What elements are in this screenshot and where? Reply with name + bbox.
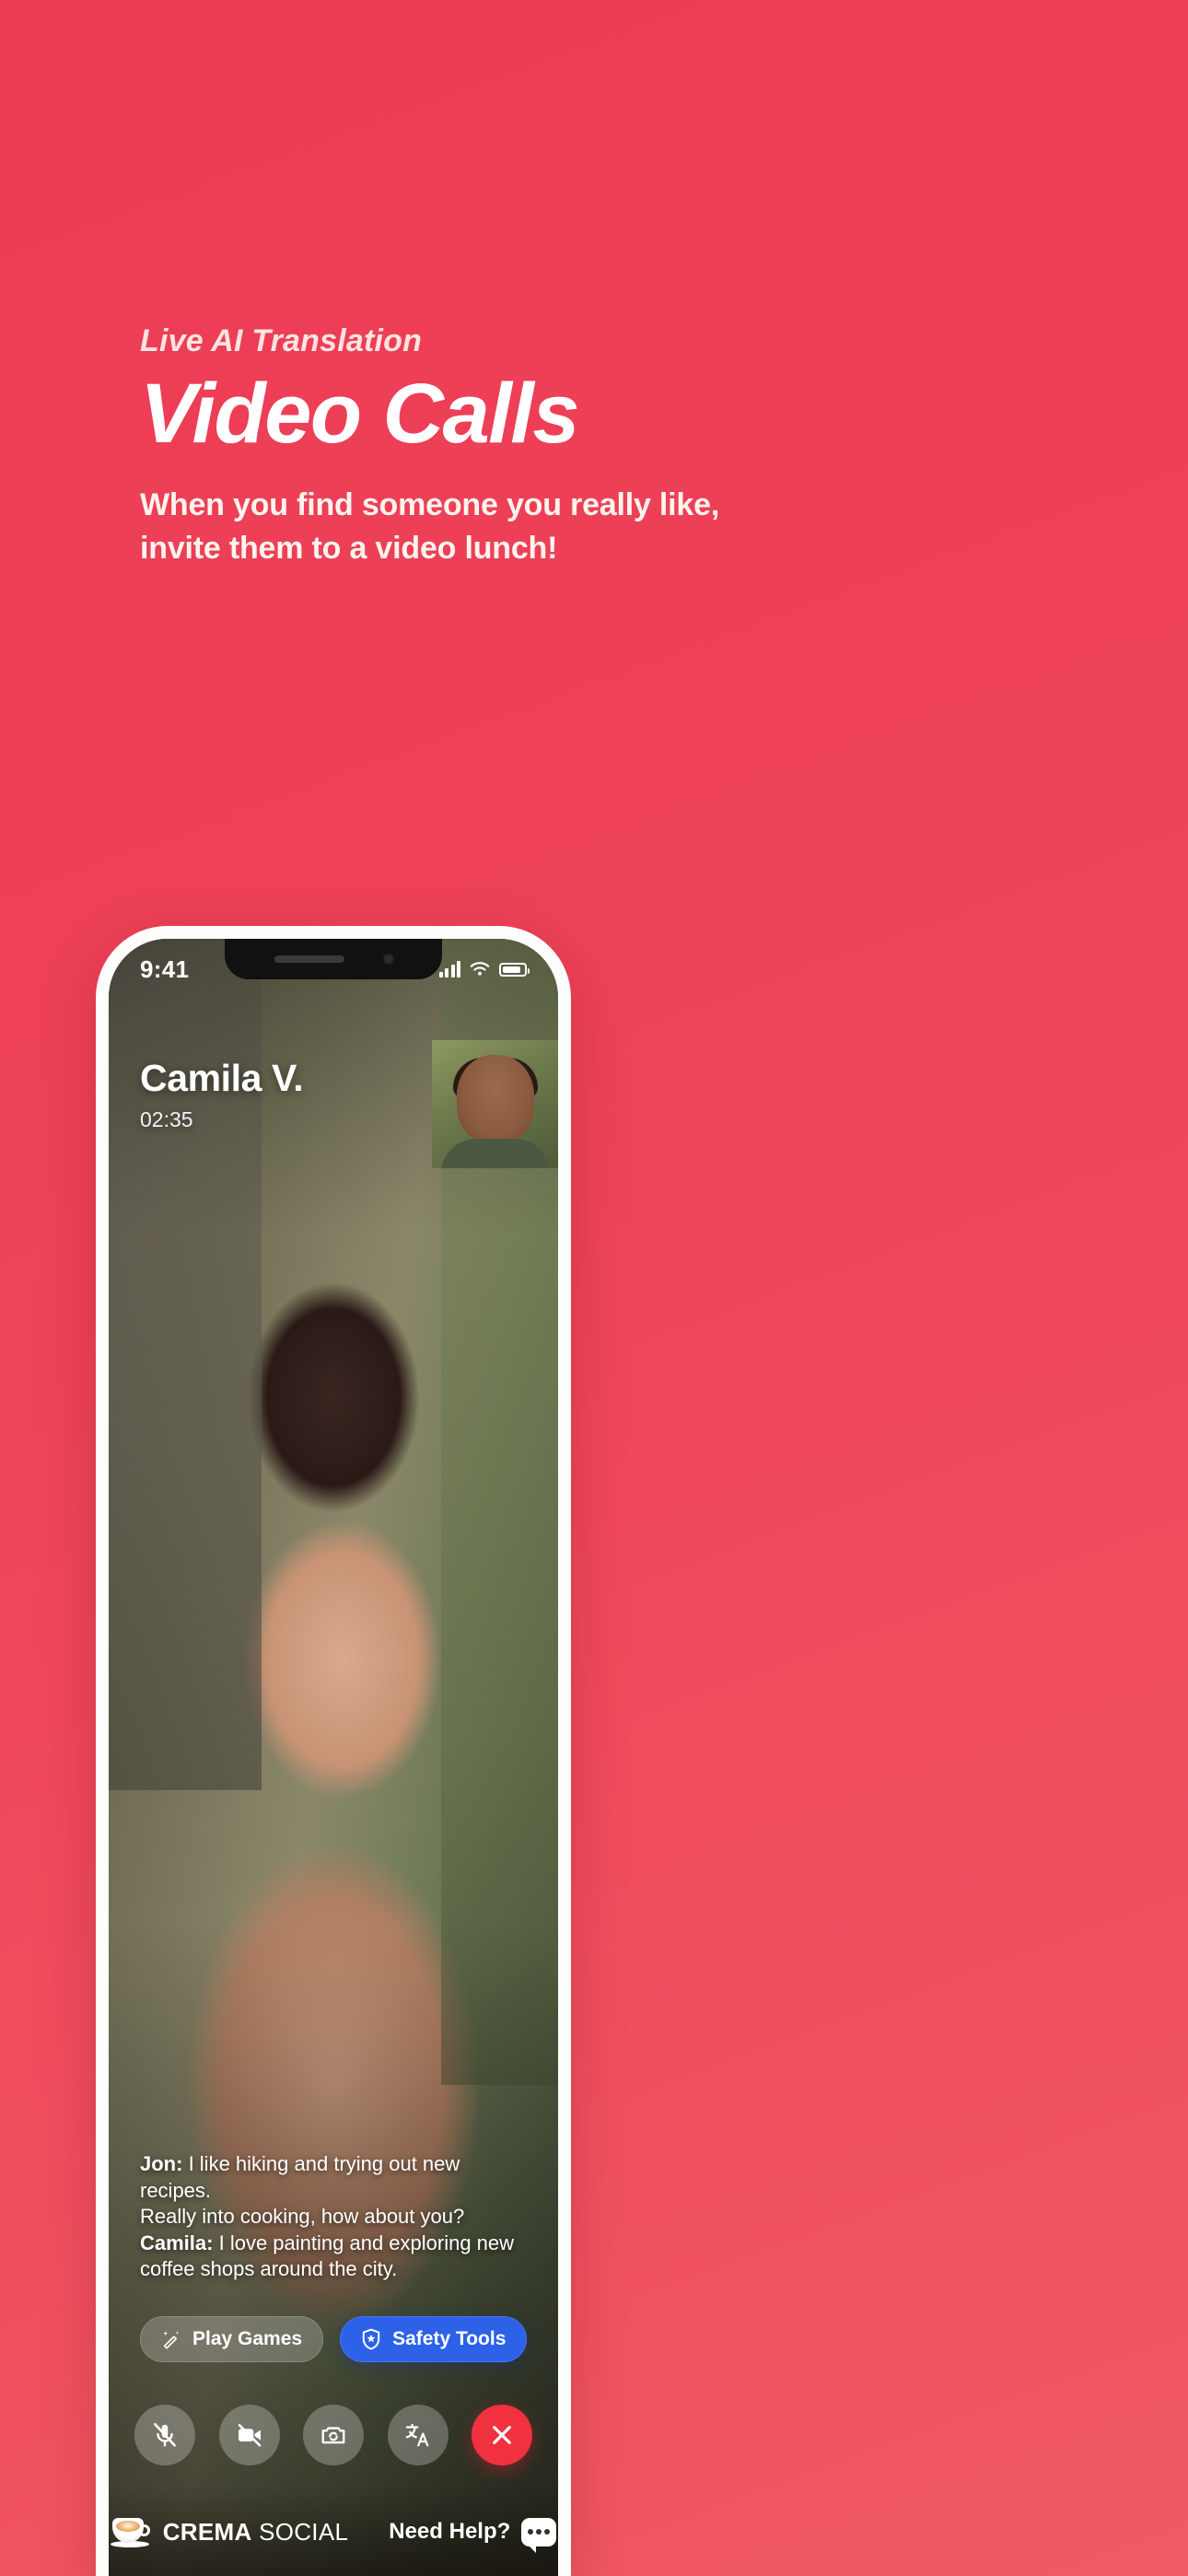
subtitle-line-1: When you find someone you really like, — [140, 487, 720, 523]
action-pill-row: Play Games Safety Tools — [140, 2316, 528, 2362]
self-view-face — [456, 1054, 534, 1143]
caller-name: Camila V. — [140, 1057, 304, 1099]
self-view-video[interactable] — [432, 1040, 558, 1168]
brand-name: CREMA SOCIAL — [163, 2518, 349, 2547]
self-view-shirt — [440, 1139, 550, 1168]
close-x-icon — [493, 2426, 511, 2444]
caption-text: Really into cooking, how about you? — [140, 2205, 465, 2229]
caption-line: Really into cooking, how about you? — [140, 2204, 527, 2231]
flip-camera-button[interactable] — [303, 2405, 364, 2465]
need-help-button[interactable]: Need Help? — [389, 2517, 557, 2553]
caption-speaker: Jon: — [140, 2152, 183, 2176]
subtitle-line-2: invite them to a video lunch! — [140, 531, 558, 567]
play-games-label: Play Games — [192, 2328, 303, 2349]
caption-text: I like hiking and trying out new recipes… — [140, 2152, 460, 2202]
brand-logo: CREMA SOCIAL — [110, 2516, 349, 2547]
camera-flip-icon — [321, 2427, 345, 2444]
magic-wand-icon — [163, 2331, 180, 2349]
subtitle-text: When you find someone you really like, i… — [140, 484, 1061, 570]
signal-bars-icon — [438, 961, 460, 978]
caption-text: I love painting and exploring new — [213, 2231, 515, 2254]
translate-button[interactable] — [387, 2405, 448, 2465]
poster-background: Live AI Translation Video Calls When you… — [0, 0, 1188, 2576]
caller-info: Camila V. 02:35 — [140, 1057, 304, 1132]
caption-speaker: Camila: — [140, 2231, 214, 2254]
caption-line: Jon: I like hiking and trying out new re… — [140, 2151, 527, 2204]
earpiece-speaker — [274, 955, 344, 963]
call-control-bar — [134, 2405, 532, 2465]
caption-text: coffee shops around the city. — [140, 2257, 398, 2281]
eyebrow-text: Live AI Translation — [140, 323, 423, 358]
video-off-button[interactable] — [218, 2405, 280, 2465]
app-footer: CREMA SOCIAL Need Help? — [109, 2488, 558, 2576]
shield-star-icon — [362, 2328, 380, 2350]
brand-name-light: SOCIAL — [251, 2517, 349, 2546]
status-bar-time: 9:41 — [140, 954, 190, 983]
live-captions: Jon: I like hiking and trying out new re… — [140, 2151, 527, 2283]
need-help-label: Need Help? — [389, 2519, 511, 2544]
page-title: Video Calls — [140, 367, 580, 462]
phone-screen: 9:41 Camila V. 02:35 Jon: I like hiking … — [109, 939, 558, 2576]
status-bar-indicators — [438, 961, 530, 978]
chat-bubble-icon — [521, 2517, 557, 2553]
translate-icon — [405, 2423, 428, 2447]
device-notch — [225, 939, 442, 979]
mic-off-button[interactable] — [134, 2405, 195, 2465]
end-call-button[interactable] — [472, 2405, 532, 2465]
battery-icon — [499, 962, 530, 977]
caption-line: coffee shops around the city. — [140, 2256, 527, 2283]
safety-tools-label: Safety Tools — [392, 2328, 507, 2349]
play-games-button[interactable]: Play Games — [140, 2316, 324, 2362]
brand-name-bold: CREMA — [162, 2517, 252, 2546]
front-camera-icon — [383, 954, 394, 965]
coffee-cup-icon — [110, 2516, 151, 2547]
safety-tools-button[interactable]: Safety Tools — [340, 2316, 528, 2362]
phone-mockup: 9:41 Camila V. 02:35 Jon: I like hiking … — [96, 926, 571, 2576]
caption-line: Camila: I love painting and exploring ne… — [140, 2231, 527, 2257]
microphone-slash-icon — [154, 2423, 176, 2447]
headline-block: Live AI Translation Video Calls When you… — [140, 323, 1061, 570]
video-slash-icon — [238, 2423, 261, 2447]
call-duration: 02:35 — [140, 1107, 193, 1131]
wifi-icon — [470, 962, 490, 976]
